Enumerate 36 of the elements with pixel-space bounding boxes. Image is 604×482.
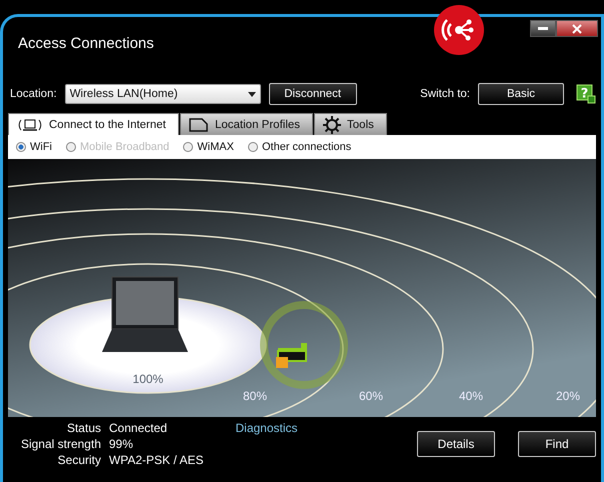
close-button[interactable]: [556, 20, 598, 37]
tab[interactable]: Tools: [314, 113, 387, 135]
document-icon: [189, 118, 209, 132]
window-title: Access Connections: [18, 35, 154, 52]
status-label: Status: [66, 421, 101, 435]
tab[interactable]: Connect to the Internet: [8, 113, 179, 135]
status-label: Signal strength: [20, 437, 101, 451]
caret-icon: [248, 92, 256, 96]
radio-option[interactable]: Other connections: [248, 141, 352, 153]
status-value: WPA2-PSK / AES: [109, 453, 204, 467]
close-icon: [572, 24, 582, 34]
gear-icon: [323, 116, 342, 134]
basic-button[interactable]: Basic: [478, 83, 564, 105]
signal-percent-label: 60%: [358, 389, 384, 403]
share-logo-icon: [433, 4, 485, 56]
signal-percent-label: 20%: [556, 389, 580, 403]
status-label: Security: [56, 453, 101, 467]
radio-option[interactable]: WiFi: [16, 141, 52, 153]
location-dropdown[interactable]: Wireless LAN(Home): [64, 84, 261, 104]
minimize-icon: [538, 26, 548, 30]
signal-percent-label: 40%: [458, 389, 484, 403]
laptop-signal-icon: [17, 118, 43, 132]
radio-option[interactable]: WiMAX: [183, 141, 234, 153]
status-value: Connected: [109, 421, 168, 435]
action-button[interactable]: Details: [417, 431, 495, 457]
router-lock-icon: [276, 343, 307, 368]
action-button[interactable]: Find: [518, 431, 596, 457]
minimize-button[interactable]: [530, 20, 556, 37]
signal-percent-label: 80%: [242, 389, 268, 403]
status-value: 99%: [109, 437, 134, 451]
switch-to-label: Switch to:: [420, 88, 470, 100]
tab[interactable]: Location Profiles: [180, 113, 314, 135]
disconnect-button[interactable]: Disconnect: [268, 83, 357, 105]
signal-percent-label: 100%: [132, 372, 164, 386]
location-label: Location:: [10, 88, 57, 100]
diagnostics-link[interactable]: Diagnostics: [235, 421, 298, 435]
